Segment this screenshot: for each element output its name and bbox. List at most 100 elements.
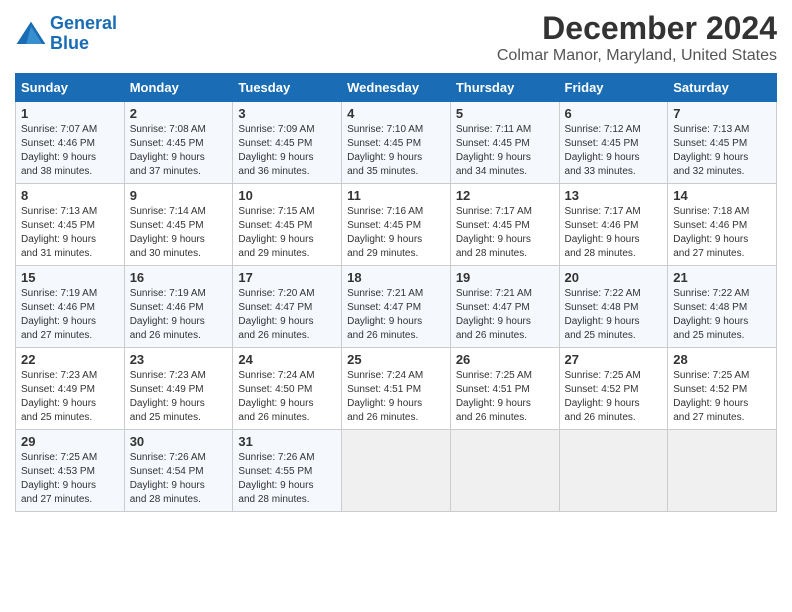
day-cell: 18 Sunrise: 7:21 AM Sunset: 4:47 PM Dayli… (342, 266, 451, 348)
logo-icon (15, 20, 47, 48)
day-detail: Sunrise: 7:09 AM Sunset: 4:45 PM Dayligh… (238, 123, 336, 179)
day-detail: Sunrise: 7:20 AM Sunset: 4:47 PM Dayligh… (238, 287, 336, 343)
day-detail: Sunrise: 7:25 AM Sunset: 4:52 PM Dayligh… (565, 369, 663, 425)
header-cell-sunday: Sunday (16, 74, 125, 102)
day-number: 22 (21, 352, 119, 367)
day-detail: Sunrise: 7:07 AM Sunset: 4:46 PM Dayligh… (21, 123, 119, 179)
day-number: 24 (238, 352, 336, 367)
logo-text: General Blue (50, 14, 117, 54)
day-number: 23 (130, 352, 228, 367)
day-cell: 11Sunrise: 7:16 AM Sunset: 4:45 PM Dayli… (342, 184, 451, 266)
day-detail: Sunrise: 7:17 AM Sunset: 4:46 PM Dayligh… (565, 205, 663, 261)
day-cell: 16 Sunrise: 7:19 AM Sunset: 4:46 PM Dayli… (124, 266, 233, 348)
day-cell: 24 Sunrise: 7:24 AM Sunset: 4:50 PM Dayli… (233, 348, 342, 430)
day-detail: Sunrise: 7:21 AM Sunset: 4:47 PM Dayligh… (347, 287, 445, 343)
day-cell (342, 430, 451, 512)
day-detail: Sunrise: 7:22 AM Sunset: 4:48 PM Dayligh… (673, 287, 771, 343)
header: General Blue December 2024 Colmar Manor,… (15, 10, 777, 65)
calendar-body: 1 Sunrise: 7:07 AM Sunset: 4:46 PM Daylig… (16, 102, 777, 512)
header-cell-thursday: Thursday (450, 74, 559, 102)
logo-line2: Blue (50, 33, 89, 53)
header-row: SundayMondayTuesdayWednesdayThursdayFrid… (16, 74, 777, 102)
day-cell: 19 Sunrise: 7:21 AM Sunset: 4:47 PM Dayli… (450, 266, 559, 348)
day-number: 28 (673, 352, 771, 367)
week-row-5: 29 Sunrise: 7:25 AM Sunset: 4:53 PM Dayli… (16, 430, 777, 512)
day-cell: 31Sunrise: 7:26 AM Sunset: 4:55 PM Dayli… (233, 430, 342, 512)
day-detail: Sunrise: 7:08 AM Sunset: 4:45 PM Dayligh… (130, 123, 228, 179)
day-number: 1 (21, 106, 119, 121)
day-detail: Sunrise: 7:19 AM Sunset: 4:46 PM Dayligh… (130, 287, 228, 343)
day-number: 18 (347, 270, 445, 285)
logo: General Blue (15, 14, 117, 54)
day-detail: Sunrise: 7:24 AM Sunset: 4:51 PM Dayligh… (347, 369, 445, 425)
day-cell: 27 Sunrise: 7:25 AM Sunset: 4:52 PM Dayli… (559, 348, 668, 430)
subtitle: Colmar Manor, Maryland, United States (497, 47, 777, 65)
day-detail: Sunrise: 7:26 AM Sunset: 4:54 PM Dayligh… (130, 451, 228, 507)
day-number: 29 (21, 434, 119, 449)
day-cell: 17 Sunrise: 7:20 AM Sunset: 4:47 PM Dayli… (233, 266, 342, 348)
day-detail: Sunrise: 7:22 AM Sunset: 4:48 PM Dayligh… (565, 287, 663, 343)
day-number: 5 (456, 106, 554, 121)
day-cell (668, 430, 777, 512)
day-detail: Sunrise: 7:13 AM Sunset: 4:45 PM Dayligh… (673, 123, 771, 179)
day-number: 7 (673, 106, 771, 121)
day-number: 8 (21, 188, 119, 203)
day-cell: 4 Sunrise: 7:10 AM Sunset: 4:45 PM Daylig… (342, 102, 451, 184)
day-cell: 23 Sunrise: 7:23 AM Sunset: 4:49 PM Dayli… (124, 348, 233, 430)
day-number: 12 (456, 188, 554, 203)
calendar-table: SundayMondayTuesdayWednesdayThursdayFrid… (15, 73, 777, 512)
calendar-header: SundayMondayTuesdayWednesdayThursdayFrid… (16, 74, 777, 102)
header-cell-monday: Monday (124, 74, 233, 102)
day-detail: Sunrise: 7:13 AM Sunset: 4:45 PM Dayligh… (21, 205, 119, 261)
day-number: 9 (130, 188, 228, 203)
day-detail: Sunrise: 7:25 AM Sunset: 4:52 PM Dayligh… (673, 369, 771, 425)
day-cell (559, 430, 668, 512)
day-cell: 21 Sunrise: 7:22 AM Sunset: 4:48 PM Dayli… (668, 266, 777, 348)
day-number: 21 (673, 270, 771, 285)
day-detail: Sunrise: 7:26 AM Sunset: 4:55 PM Dayligh… (238, 451, 336, 507)
day-number: 19 (456, 270, 554, 285)
day-detail: Sunrise: 7:12 AM Sunset: 4:45 PM Dayligh… (565, 123, 663, 179)
header-cell-saturday: Saturday (668, 74, 777, 102)
day-detail: Sunrise: 7:17 AM Sunset: 4:45 PM Dayligh… (456, 205, 554, 261)
day-number: 15 (21, 270, 119, 285)
week-row-1: 1 Sunrise: 7:07 AM Sunset: 4:46 PM Daylig… (16, 102, 777, 184)
day-cell: 28 Sunrise: 7:25 AM Sunset: 4:52 PM Dayli… (668, 348, 777, 430)
day-cell: 12 Sunrise: 7:17 AM Sunset: 4:45 PM Dayli… (450, 184, 559, 266)
day-number: 4 (347, 106, 445, 121)
day-cell: 22 Sunrise: 7:23 AM Sunset: 4:49 PM Dayli… (16, 348, 125, 430)
main-title: December 2024 (497, 10, 777, 47)
week-row-3: 15 Sunrise: 7:19 AM Sunset: 4:46 PM Dayli… (16, 266, 777, 348)
day-detail: Sunrise: 7:23 AM Sunset: 4:49 PM Dayligh… (21, 369, 119, 425)
day-number: 20 (565, 270, 663, 285)
day-cell: 15 Sunrise: 7:19 AM Sunset: 4:46 PM Dayli… (16, 266, 125, 348)
day-cell: 30 Sunrise: 7:26 AM Sunset: 4:54 PM Dayli… (124, 430, 233, 512)
day-detail: Sunrise: 7:19 AM Sunset: 4:46 PM Dayligh… (21, 287, 119, 343)
day-cell: 14Sunrise: 7:18 AM Sunset: 4:46 PM Dayli… (668, 184, 777, 266)
week-row-2: 8 Sunrise: 7:13 AM Sunset: 4:45 PM Daylig… (16, 184, 777, 266)
title-area: December 2024 Colmar Manor, Maryland, Un… (497, 10, 777, 65)
header-cell-wednesday: Wednesday (342, 74, 451, 102)
logo-line1: General (50, 13, 117, 33)
day-number: 30 (130, 434, 228, 449)
day-detail: Sunrise: 7:18 AM Sunset: 4:46 PM Dayligh… (673, 205, 771, 261)
day-number: 25 (347, 352, 445, 367)
day-cell: 26Sunrise: 7:25 AM Sunset: 4:51 PM Dayli… (450, 348, 559, 430)
day-detail: Sunrise: 7:10 AM Sunset: 4:45 PM Dayligh… (347, 123, 445, 179)
day-detail: Sunrise: 7:24 AM Sunset: 4:50 PM Dayligh… (238, 369, 336, 425)
day-detail: Sunrise: 7:21 AM Sunset: 4:47 PM Dayligh… (456, 287, 554, 343)
day-detail: Sunrise: 7:14 AM Sunset: 4:45 PM Dayligh… (130, 205, 228, 261)
day-cell: 6Sunrise: 7:12 AM Sunset: 4:45 PM Daylig… (559, 102, 668, 184)
day-detail: Sunrise: 7:23 AM Sunset: 4:49 PM Dayligh… (130, 369, 228, 425)
day-number: 10 (238, 188, 336, 203)
day-detail: Sunrise: 7:25 AM Sunset: 4:53 PM Dayligh… (21, 451, 119, 507)
day-cell: 7 Sunrise: 7:13 AM Sunset: 4:45 PM Daylig… (668, 102, 777, 184)
day-cell: 25 Sunrise: 7:24 AM Sunset: 4:51 PM Dayli… (342, 348, 451, 430)
day-cell: 2 Sunrise: 7:08 AM Sunset: 4:45 PM Daylig… (124, 102, 233, 184)
day-number: 16 (130, 270, 228, 285)
day-number: 17 (238, 270, 336, 285)
day-cell: 3Sunrise: 7:09 AM Sunset: 4:45 PM Daylig… (233, 102, 342, 184)
day-cell: 5Sunrise: 7:11 AM Sunset: 4:45 PM Daylig… (450, 102, 559, 184)
day-number: 27 (565, 352, 663, 367)
day-number: 2 (130, 106, 228, 121)
